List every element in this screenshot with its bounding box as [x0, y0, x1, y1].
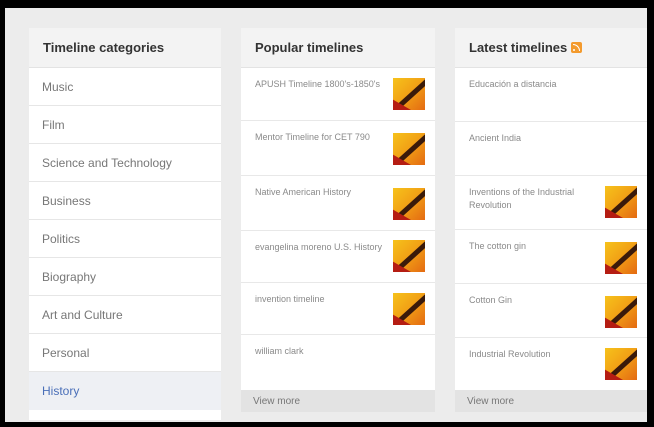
category-item-personal[interactable]: Personal	[29, 334, 221, 372]
timeline-item[interactable]: The cotton gin	[455, 230, 647, 284]
timeline-item[interactable]: Educación a distancia	[455, 68, 647, 122]
category-item-history[interactable]: History	[29, 372, 221, 410]
timeline-item[interactable]: Ancient India	[455, 122, 647, 176]
timeline-title: Cotton Gin	[469, 295, 513, 305]
timeline-title: Ancient India	[469, 133, 522, 143]
category-item-politics[interactable]: Politics	[29, 220, 221, 258]
timeline-thumbnail-icon	[605, 186, 637, 218]
timeline-thumbnail-icon	[393, 188, 425, 220]
rss-feed-icon[interactable]	[571, 42, 583, 53]
timeline-title: APUSH Timeline 1800's-1850's	[255, 79, 380, 89]
category-item-music[interactable]: Music	[29, 68, 221, 106]
latest-timelines-column: Latest timelines Educación a distancia A…	[455, 28, 647, 412]
timeline-item[interactable]: Cotton Gin	[455, 284, 647, 338]
timeline-title: Native American History	[255, 187, 352, 197]
categories-heading: Timeline categories	[29, 28, 221, 68]
popular-timelines-heading: Popular timelines	[241, 28, 435, 68]
category-item-biography[interactable]: Biography	[29, 258, 221, 296]
timeline-title: evangelina moreno U.S. History	[255, 242, 383, 252]
timeline-title: Mentor Timeline for CET 790	[255, 132, 370, 142]
timeline-item[interactable]: Mentor Timeline for CET 790	[241, 121, 435, 176]
timeline-item[interactable]: evangelina moreno U.S. History	[241, 231, 435, 283]
timeline-thumbnail-icon	[605, 296, 637, 328]
timeline-thumbnail-icon	[393, 240, 425, 272]
timeline-title: The cotton gin	[469, 241, 527, 251]
timeline-title: invention timeline	[255, 294, 325, 304]
latest-view-more-link[interactable]: View more	[455, 390, 647, 412]
category-item-science-and-technology[interactable]: Science and Technology	[29, 144, 221, 182]
timeline-title: Industrial Revolution	[469, 349, 551, 359]
timeline-thumbnail-icon	[393, 293, 425, 325]
timeline-item[interactable]: invention timeline	[241, 283, 435, 335]
category-item-film[interactable]: Film	[29, 106, 221, 144]
timeline-thumbnail-icon	[605, 242, 637, 274]
popular-timelines-list: APUSH Timeline 1800's-1850's Mentor Time…	[241, 68, 435, 383]
timeline-thumbnail-icon	[605, 348, 637, 380]
timeline-thumbnail-icon	[393, 78, 425, 110]
timeline-title: Inventions of the Industrial Revolution	[469, 187, 575, 210]
timeline-item[interactable]: william clark	[241, 335, 435, 383]
timeline-title: Educación a distancia	[469, 79, 557, 89]
timeline-item[interactable]: Native American History	[241, 176, 435, 231]
latest-timelines-list: Educación a distancia Ancient India Inve…	[455, 68, 647, 390]
timeline-item[interactable]: Inventions of the Industrial Revolution	[455, 176, 647, 230]
timeline-thumbnail-icon	[393, 133, 425, 165]
timeline-panel: Timeline categories Music Film Science a…	[5, 8, 647, 422]
latest-timelines-title: Latest timelines	[469, 40, 568, 55]
category-item-art-and-culture[interactable]: Art and Culture	[29, 296, 221, 334]
categories-column: Timeline categories Music Film Science a…	[29, 28, 221, 420]
popular-timelines-column: Popular timelines APUSH Timeline 1800's-…	[241, 28, 435, 412]
timeline-title: william clark	[255, 346, 304, 356]
category-item-business[interactable]: Business	[29, 182, 221, 220]
timeline-item[interactable]: Industrial Revolution	[455, 338, 647, 390]
popular-view-more-link[interactable]: View more	[241, 390, 435, 412]
latest-timelines-heading: Latest timelines	[455, 28, 647, 68]
timeline-item[interactable]: APUSH Timeline 1800's-1850's	[241, 68, 435, 121]
